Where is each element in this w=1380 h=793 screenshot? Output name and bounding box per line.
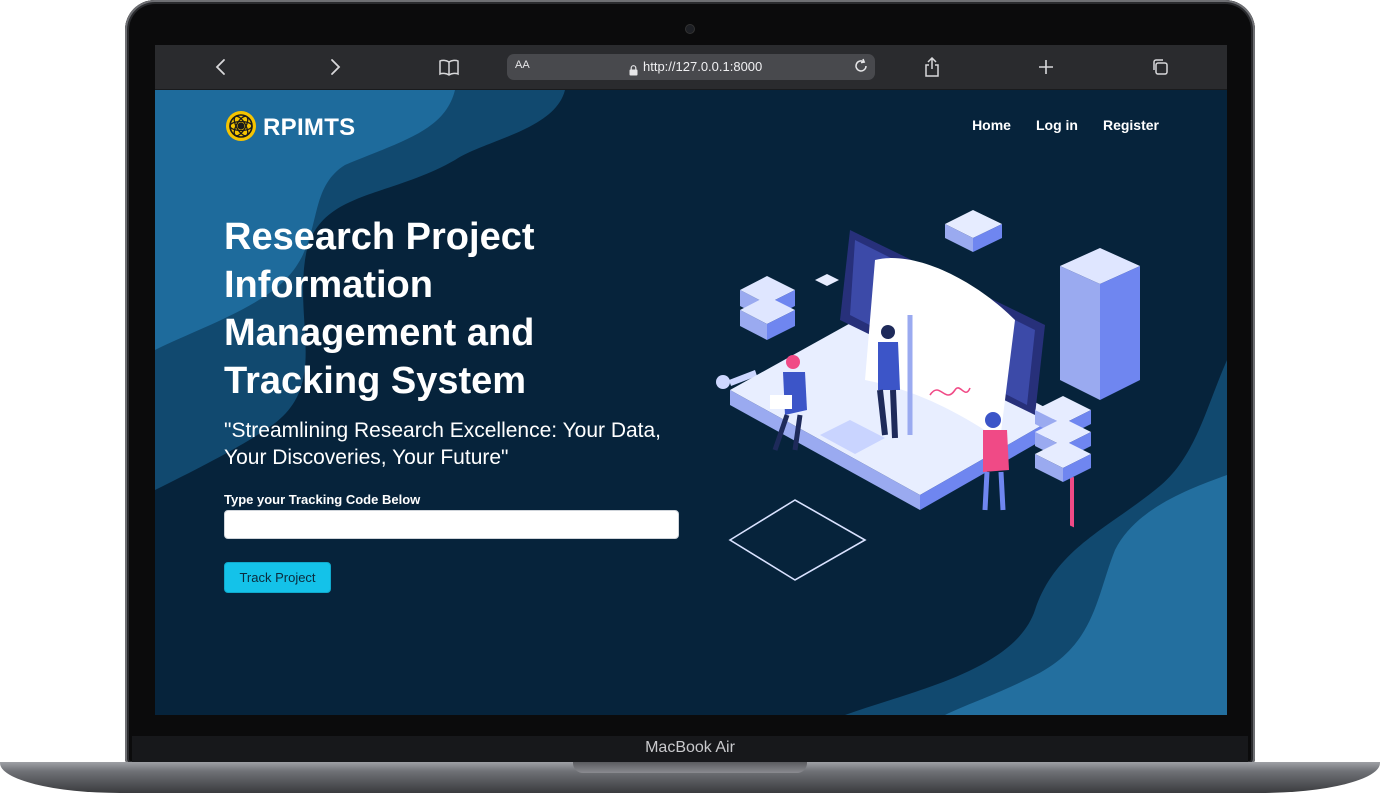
back-icon[interactable] xyxy=(201,45,241,89)
gear-emblem-icon xyxy=(225,110,257,146)
tagline: "Streamlining Research Excellence: Your … xyxy=(224,419,662,469)
new-tab-icon[interactable] xyxy=(1026,45,1066,89)
tabs-icon[interactable] xyxy=(1140,45,1180,89)
chip-shape xyxy=(815,274,839,286)
tracking-code-label: Type your Tracking Code Below xyxy=(224,492,421,507)
server-stack-left-icon xyxy=(740,276,795,340)
url-text: http://127.0.0.1:8000 xyxy=(643,59,763,74)
text-size-button[interactable]: AA xyxy=(515,59,530,71)
bookmarks-icon[interactable] xyxy=(429,45,469,89)
web-page: RPIMTS Home Log in Register Research Pro… xyxy=(155,90,1227,715)
screen: AA http://127.0.0.1:8000 RPIMTS Home Log… xyxy=(155,45,1227,715)
browser-toolbar: AA http://127.0.0.1:8000 xyxy=(155,45,1227,90)
forward-icon[interactable] xyxy=(315,45,355,89)
brand[interactable]: RPIMTS xyxy=(225,110,355,146)
top-nav: Home Log in Register xyxy=(972,117,1159,133)
tracking-code-input[interactable] xyxy=(224,510,679,539)
share-icon[interactable] xyxy=(912,45,952,89)
diamond-outline-shape xyxy=(728,499,867,581)
track-project-button[interactable]: Track Project xyxy=(224,562,331,593)
reload-icon[interactable] xyxy=(853,58,869,78)
server-top-icon xyxy=(945,210,1002,252)
model-label: MacBook Air xyxy=(645,739,735,756)
address-bar[interactable]: AA http://127.0.0.1:8000 xyxy=(507,54,875,80)
laptop-notch xyxy=(573,762,807,773)
server-stack-right-icon xyxy=(1035,396,1091,482)
lock-icon xyxy=(629,61,638,80)
nav-register[interactable]: Register xyxy=(1103,117,1159,133)
page-title: Research Project Information Management … xyxy=(224,216,535,402)
nav-login[interactable]: Log in xyxy=(1036,117,1078,133)
camera-icon xyxy=(686,25,694,33)
nav-home[interactable]: Home xyxy=(972,117,1011,133)
laptop-illustration xyxy=(716,210,1140,581)
brand-name: RPIMTS xyxy=(263,114,356,141)
server-tower-icon xyxy=(1060,248,1140,528)
